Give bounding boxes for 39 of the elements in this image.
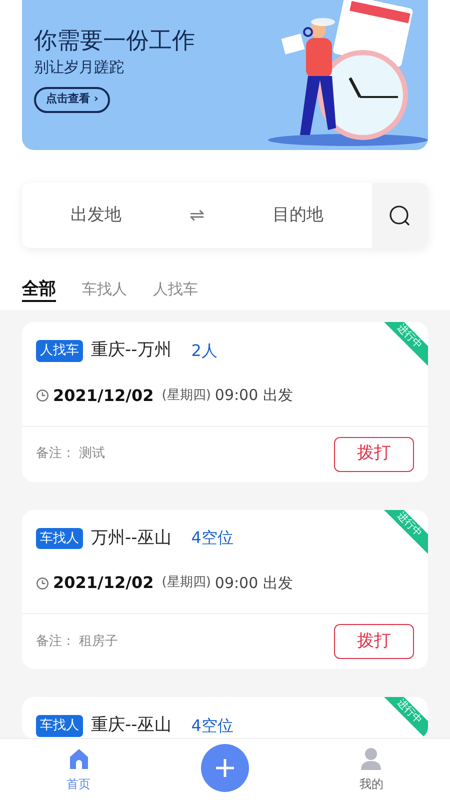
destination-field[interactable]: 目的地 xyxy=(242,202,353,228)
ride-card[interactable]: 进行中 车找人 重庆--巫山 4空位 xyxy=(22,697,428,738)
seats-text: 4空位 xyxy=(191,527,234,550)
swap-icon[interactable]: ⇌ xyxy=(189,202,205,229)
date-text: 2021/12/02 xyxy=(53,572,154,594)
route-text: 重庆--巫山 xyxy=(91,714,172,737)
type-tag: 人找车 xyxy=(36,340,83,362)
promo-banner[interactable]: 你需要一份工作 别让岁月蹉跎 点击查看 › xyxy=(22,0,428,150)
search-icon xyxy=(388,204,412,228)
nav-item[interactable]: 首页 xyxy=(44,746,114,792)
route-text: 重庆--万州 xyxy=(91,339,172,362)
banner-subtitle: 别让岁月蹉跎 xyxy=(34,57,124,78)
route-text: 万州--巫山 xyxy=(91,526,172,550)
time-text: 09:00 出发 xyxy=(214,385,293,406)
filter-tab[interactable]: 人找车 xyxy=(153,278,198,302)
weekday-text: (星期四) xyxy=(162,386,211,405)
clock-icon xyxy=(36,389,49,402)
seats-text: 4空位 xyxy=(191,714,234,737)
filter-tab[interactable]: 车找人 xyxy=(82,278,127,302)
departure-field[interactable]: 出发地 xyxy=(41,202,152,228)
banner-title: 你需要一份工作 xyxy=(34,27,195,56)
time-text: 09:00 出发 xyxy=(214,572,293,594)
clock-icon xyxy=(36,576,49,590)
plus-icon xyxy=(214,756,236,778)
note-text: 备注： 测试 xyxy=(36,445,106,464)
weekday-text: (星期四) xyxy=(162,574,211,592)
note-text: 备注： 租房子 xyxy=(36,632,118,651)
seats-text: 2人 xyxy=(191,340,218,362)
call-button[interactable]: 拨打 xyxy=(334,436,414,472)
call-button[interactable]: 拨打 xyxy=(334,624,414,659)
type-tag: 车找人 xyxy=(36,715,83,736)
nav-item[interactable]: 我的 xyxy=(336,746,406,792)
ride-card[interactable]: 进行中 车找人 万州--巫山 4空位 2021/12/02 (星期四) 09:00 出发 备注： 租房子 拨打 xyxy=(22,510,428,669)
date-text: 2021/12/02 xyxy=(53,384,154,406)
person-icon xyxy=(359,746,384,770)
filter-tab[interactable]: 全部 xyxy=(22,278,56,302)
type-tag: 车找人 xyxy=(36,528,83,549)
view-button[interactable]: 点击查看 › xyxy=(34,86,110,112)
ride-card[interactable]: 进行中 人找车 重庆--万州 2人 2021/12/02 (星期四) 09:00 出发 备注： 测试 拨打 xyxy=(22,322,428,482)
